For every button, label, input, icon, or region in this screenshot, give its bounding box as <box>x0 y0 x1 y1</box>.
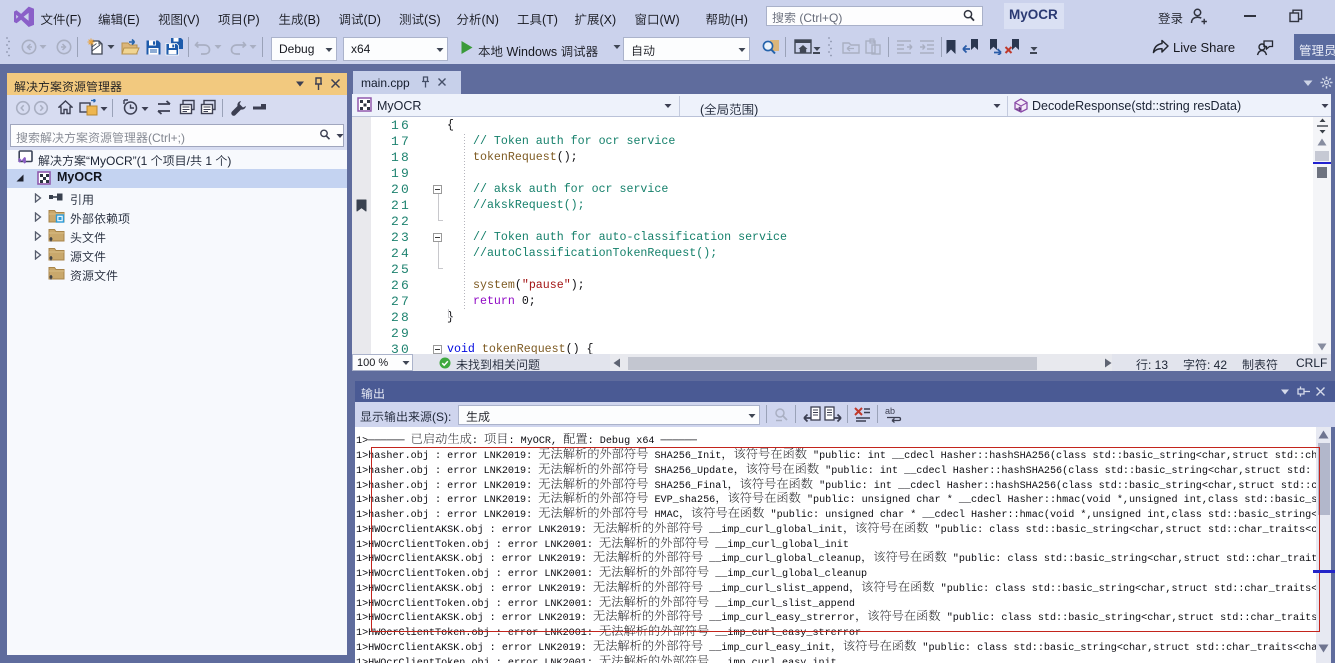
svg-text:ab: ab <box>885 406 895 416</box>
